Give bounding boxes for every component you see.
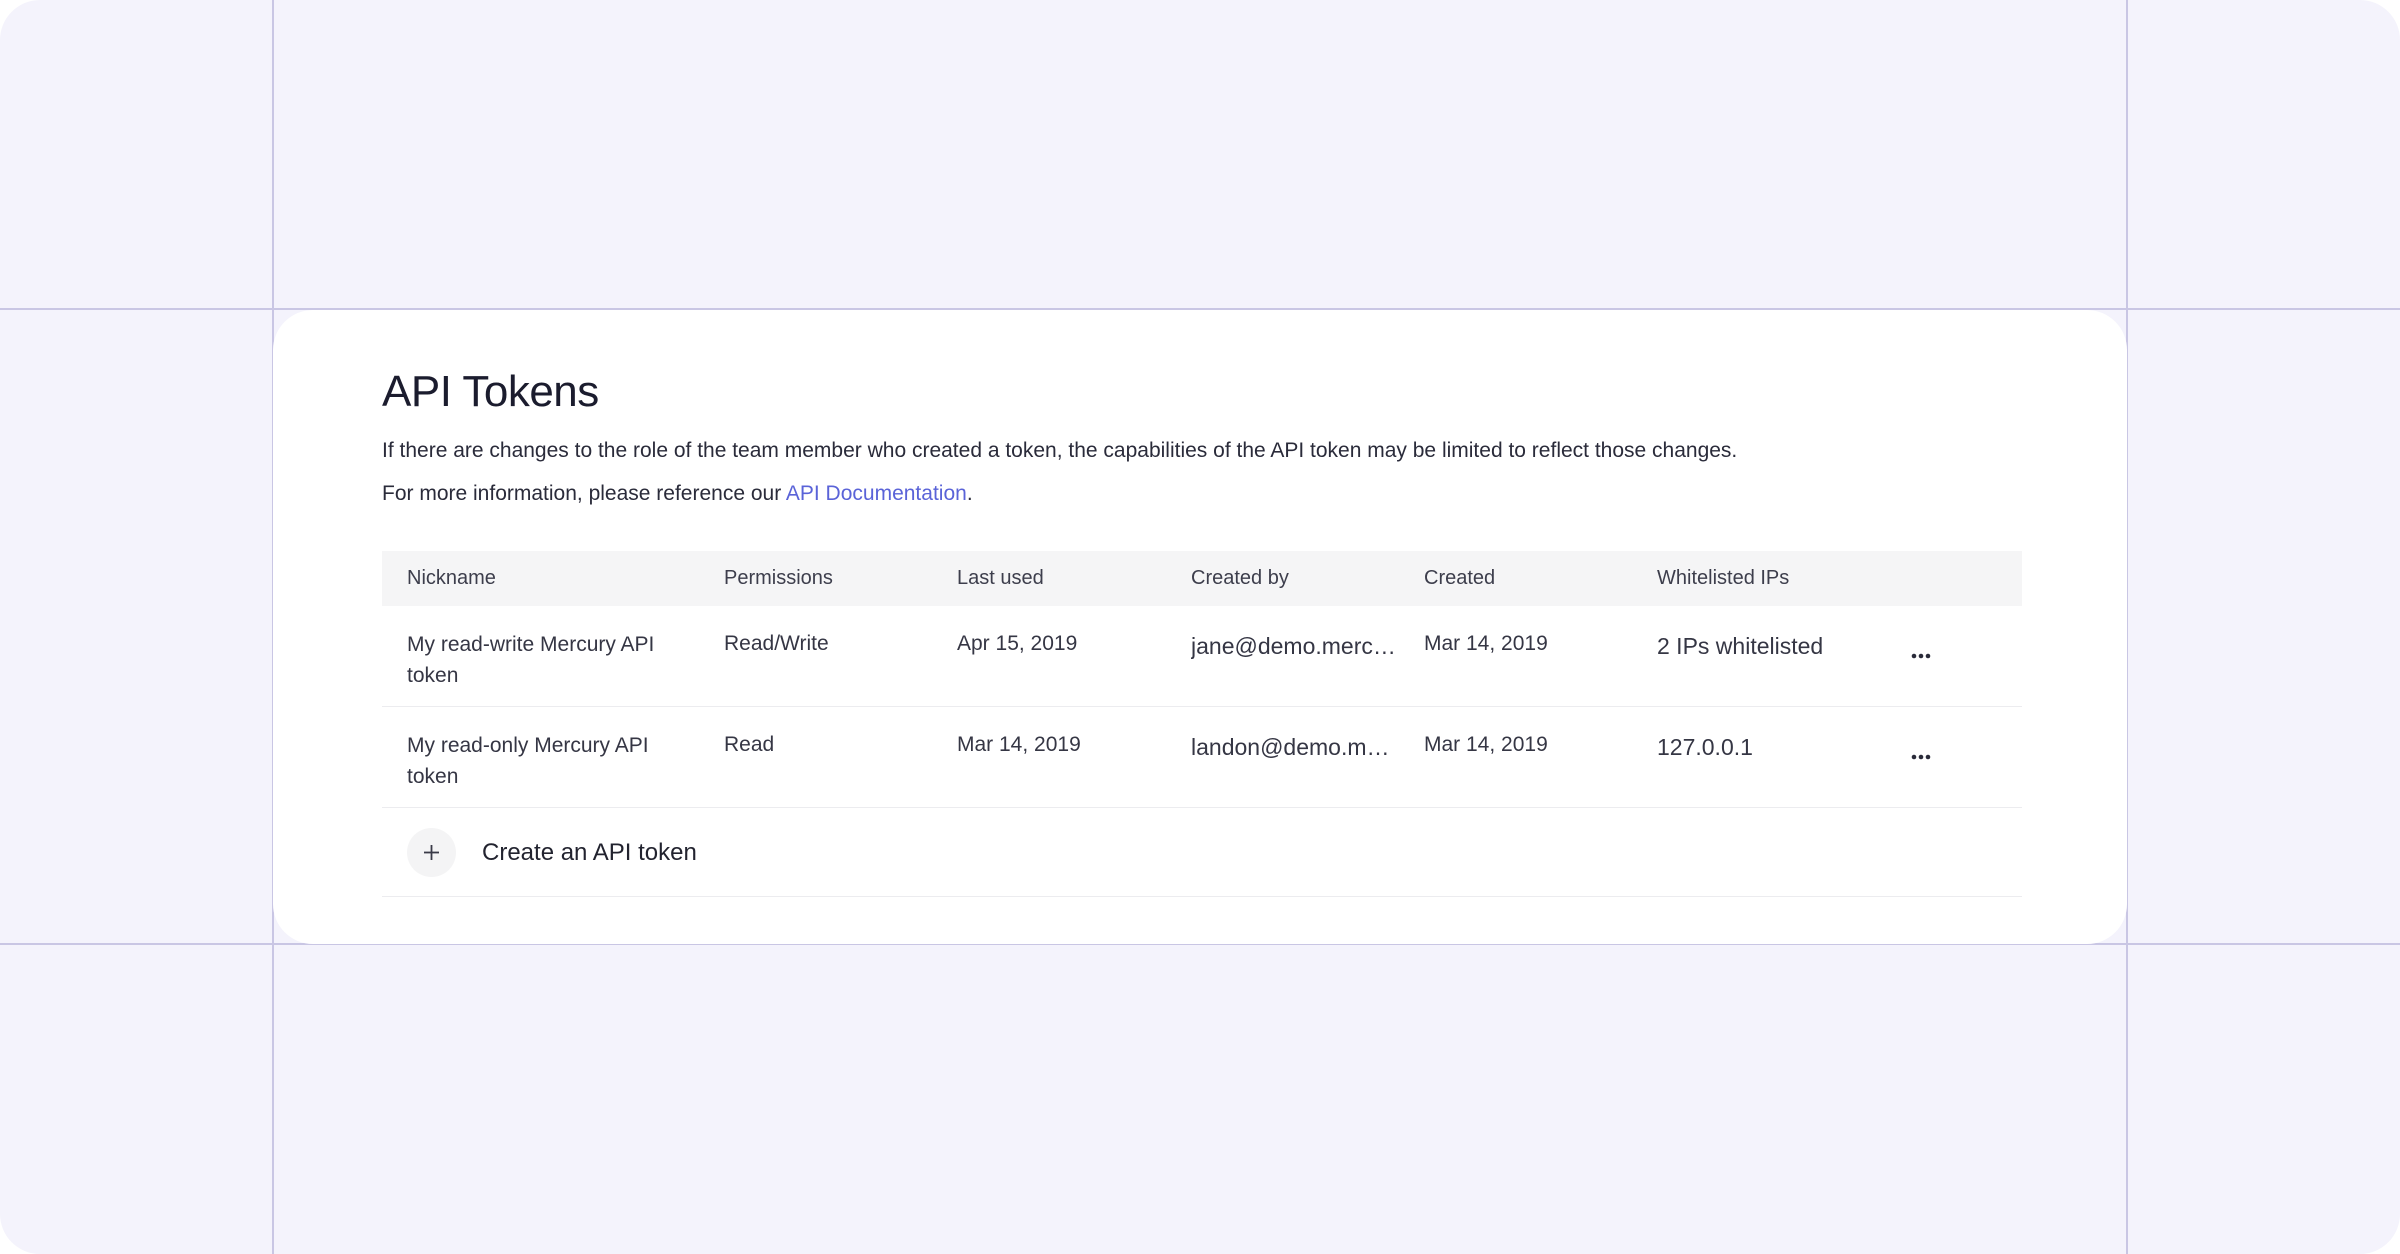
- api-tokens-table: Nickname Permissions Last used Created b…: [382, 551, 2022, 897]
- token-created-by: landon@demo.me…: [1191, 734, 1397, 760]
- app-canvas: API Tokens If there are changes to the r…: [0, 0, 2400, 1254]
- token-last-used: Apr 15, 2019: [957, 632, 1078, 655]
- token-whitelisted-ips: 2 IPs whitelisted: [1657, 633, 1824, 659]
- row-actions-button[interactable]: [1903, 739, 1939, 775]
- column-header-created-by: Created by: [1191, 567, 1289, 589]
- plus-button[interactable]: [407, 828, 456, 877]
- info-prefix: For more information, please reference o…: [382, 482, 786, 505]
- token-created: Mar 14, 2019: [1424, 733, 1548, 756]
- column-header-permissions: Permissions: [724, 567, 833, 589]
- more-horizontal-icon: [1911, 754, 1931, 760]
- token-nickname: My read-only Mercury API token: [407, 734, 649, 788]
- token-created: Mar 14, 2019: [1424, 632, 1548, 655]
- api-documentation-link[interactable]: API Documentation: [786, 482, 967, 505]
- table-header: Nickname Permissions Last used Created b…: [382, 551, 2022, 606]
- token-last-used: Mar 14, 2019: [957, 733, 1081, 756]
- info-suffix: .: [966, 482, 973, 505]
- table-row: My read-write Mercury API token Read/Wri…: [382, 606, 2022, 707]
- table-row: My read-only Mercury API token Read Mar …: [382, 707, 2022, 808]
- more-horizontal-icon: [1911, 653, 1931, 659]
- api-tokens-card: API Tokens If there are changes to the r…: [273, 310, 2127, 944]
- column-header-created: Created: [1424, 567, 1496, 589]
- page-description: If there are changes to the role of the …: [382, 439, 1738, 462]
- token-nickname: My read-write Mercury API token: [407, 633, 655, 687]
- plus-icon: [424, 845, 439, 860]
- create-api-token-label: Create an API token: [482, 839, 697, 866]
- info-text: For more information, please reference o…: [382, 482, 973, 506]
- column-header-last-used: Last used: [957, 567, 1044, 589]
- row-actions-button[interactable]: [1903, 638, 1939, 674]
- column-header-whitelisted-ips: Whitelisted IPs: [1657, 567, 1790, 589]
- token-permissions: Read: [724, 733, 775, 756]
- token-whitelisted-ips: 127.0.0.1: [1657, 734, 1753, 760]
- token-permissions: Read/Write: [724, 632, 829, 655]
- create-api-token-button[interactable]: Create an API token: [382, 808, 2022, 897]
- token-created-by: jane@demo.merc…: [1191, 633, 1396, 659]
- page-title: API Tokens: [382, 367, 599, 416]
- column-header-nickname: Nickname: [407, 567, 496, 589]
